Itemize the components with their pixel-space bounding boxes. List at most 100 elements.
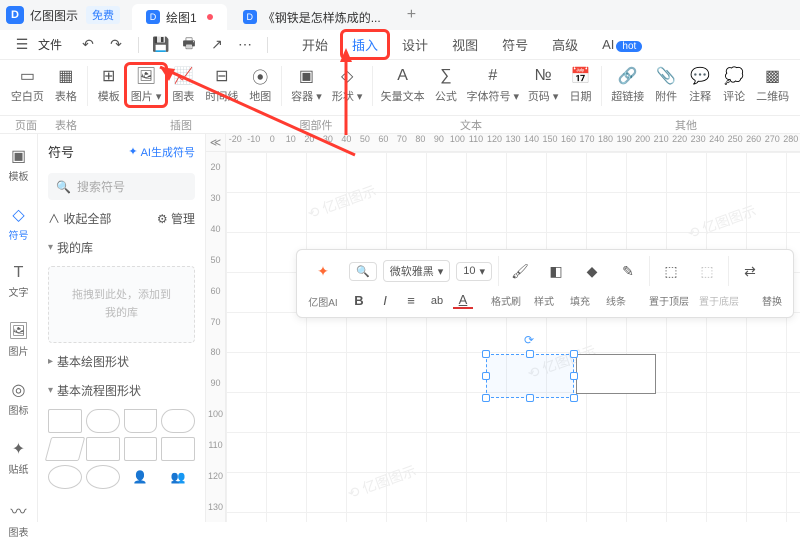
- font-color-button[interactable]: A: [453, 292, 473, 309]
- leftbar-贴纸[interactable]: ✦贴纸: [5, 435, 33, 480]
- ribbon-形状[interactable]: ◇形状 ▾: [327, 64, 368, 106]
- leftbar-图表[interactable]: 〰图表: [5, 494, 33, 543]
- ribbon-时间线[interactable]: ⊟时间线: [200, 64, 243, 106]
- ai-generate-button[interactable]: ✦ AI生成符号: [128, 144, 195, 160]
- line-button[interactable]: ✎: [613, 261, 643, 281]
- resize-handle[interactable]: [526, 350, 534, 358]
- align-button[interactable]: ≡: [401, 293, 421, 308]
- manage-button[interactable]: ⚙ 管理: [157, 210, 195, 227]
- document-tab-1[interactable]: D 绘图1: [132, 4, 227, 30]
- ribbon-公式[interactable]: ∑公式: [429, 64, 463, 106]
- shape-ellipse[interactable]: [48, 465, 82, 489]
- resize-handle[interactable]: [570, 350, 578, 358]
- leftbar-图标[interactable]: ◎图标: [5, 376, 33, 421]
- resize-handle[interactable]: [482, 372, 490, 380]
- leftbar-图片[interactable]: 🖼图片: [4, 317, 32, 362]
- ribbon-空白页[interactable]: ▭空白页: [6, 64, 49, 106]
- ribbon-表格[interactable]: ▦表格: [49, 64, 83, 106]
- send-back-button[interactable]: ⬚: [692, 261, 722, 281]
- shape-roundrect[interactable]: [86, 409, 120, 433]
- ai-button[interactable]: ✦: [303, 261, 343, 281]
- menu-tab-insert[interactable]: 插入: [342, 31, 388, 58]
- italic-button[interactable]: I: [375, 293, 395, 308]
- menu-tab-symbol[interactable]: 符号: [492, 31, 538, 58]
- fill-button[interactable]: ◆: [577, 261, 607, 281]
- search-shape[interactable]: 🔍: [349, 262, 377, 281]
- leftbar-文字[interactable]: T文字: [5, 260, 33, 303]
- file-icon: D: [146, 10, 160, 24]
- menu-tab-view[interactable]: 视图: [442, 31, 488, 58]
- undo-icon[interactable]: ↶: [76, 34, 100, 56]
- ribbon-图片[interactable]: 🖼图片 ▾: [126, 64, 167, 106]
- ribbon-二维码[interactable]: ▩二维码: [751, 64, 794, 106]
- ribbon-模板[interactable]: ⊞模板: [92, 64, 126, 106]
- save-icon[interactable]: 💾: [149, 34, 173, 56]
- collapse-all-button[interactable]: ∧ 收起全部: [48, 210, 111, 227]
- ruler-horizontal: -20-100102030405060708090100110120130140…: [226, 134, 800, 152]
- rectangle-shape[interactable]: [576, 354, 656, 394]
- menu-tab-ai[interactable]: AIhot: [592, 33, 652, 56]
- add-tab-button[interactable]: +: [407, 6, 416, 24]
- my-library-category[interactable]: 我的库: [38, 233, 205, 262]
- 矢量文本-icon: A: [393, 66, 413, 86]
- style-button[interactable]: ◧: [541, 261, 571, 281]
- resize-handle[interactable]: [526, 394, 534, 402]
- shape-stripe2[interactable]: [161, 437, 195, 461]
- ribbon-超链接[interactable]: 🔗超链接: [606, 64, 649, 106]
- menu-icon[interactable]: ☰: [10, 34, 34, 56]
- ribbon-日期[interactable]: 📅日期: [563, 64, 597, 106]
- font-select[interactable]: 微软雅黑 ▾: [383, 260, 451, 282]
- shape-doc[interactable]: [124, 409, 158, 433]
- shape-stripe[interactable]: [124, 437, 158, 461]
- document-tab-2[interactable]: D 《钢铁是怎样炼成的...: [229, 4, 395, 30]
- ruler-corner[interactable]: ≪: [206, 134, 226, 152]
- ribbon-地图[interactable]: ⦿地图: [243, 64, 277, 106]
- export-icon[interactable]: ↗: [205, 34, 229, 56]
- menu-tab-advanced[interactable]: 高级: [542, 31, 588, 58]
- ribbon-图表[interactable]: 📈图表: [166, 64, 200, 106]
- drop-zone[interactable]: 拖拽到此处，添加到 我的库: [48, 266, 195, 343]
- ribbon-容器[interactable]: ▣容器 ▾: [286, 64, 327, 106]
- menu-tab-start[interactable]: 开始: [292, 31, 338, 58]
- shape-rect[interactable]: [48, 409, 82, 433]
- print-icon[interactable]: 🖶: [177, 34, 201, 56]
- insert-ribbon: ▭空白页▦表格 ⊞模板🖼图片 ▾📈图表⊟时间线⦿地图 ▣容器 ▾◇形状 ▾A矢量文本…: [0, 60, 800, 116]
- bring-front-button[interactable]: ⬚: [656, 261, 686, 281]
- ribbon-附件[interactable]: 📎附件: [649, 64, 683, 106]
- leftbar-模板[interactable]: ▣模板: [5, 142, 33, 187]
- ribbon-字体符号[interactable]: #字体符号 ▾: [463, 64, 523, 106]
- shape-palette: 👤 👥: [38, 405, 205, 493]
- bold-button[interactable]: B: [349, 293, 369, 308]
- shape-terminator[interactable]: [161, 409, 195, 433]
- shape-card[interactable]: [86, 437, 120, 461]
- shape-actor2[interactable]: 👥: [161, 465, 195, 489]
- ribbon-矢量文本[interactable]: A矢量文本: [376, 64, 428, 106]
- resize-handle[interactable]: [570, 394, 578, 402]
- ribbon-页码[interactable]: №页码 ▾: [523, 64, 564, 106]
- shape-actor[interactable]: 👤: [124, 465, 158, 489]
- resize-handle[interactable]: [570, 372, 578, 380]
- flowchart-shapes-category[interactable]: 基本流程图形状: [38, 376, 205, 405]
- symbol-search-input[interactable]: 🔍 搜索符号: [48, 173, 195, 200]
- text-size-button[interactable]: ab: [427, 295, 447, 307]
- font-size-select[interactable]: 10 ▾: [456, 262, 492, 281]
- canvas[interactable]: ≪ -20-1001020304050607080901001101201301…: [206, 134, 800, 522]
- rotate-handle[interactable]: ⟳: [524, 333, 534, 347]
- basic-shapes-category[interactable]: 基本绘图形状: [38, 347, 205, 376]
- replace-button[interactable]: ⇄: [735, 261, 765, 281]
- file-menu[interactable]: 文件: [38, 36, 62, 53]
- share-icon[interactable]: ⋯: [233, 34, 257, 56]
- resize-handle[interactable]: [482, 394, 490, 402]
- ribbon-注释[interactable]: 💬注释: [683, 64, 717, 106]
- shape-circle[interactable]: [86, 465, 120, 489]
- group-label: 文本: [356, 116, 586, 133]
- format-brush-button[interactable]: 🖌: [505, 261, 535, 281]
- redo-icon[interactable]: ↷: [104, 34, 128, 56]
- resize-handle[interactable]: [482, 350, 490, 358]
- shape-parallelogram[interactable]: [45, 437, 85, 461]
- panel-title: 符号: [48, 142, 74, 161]
- menu-tab-design[interactable]: 设计: [392, 31, 438, 58]
- ribbon-评论[interactable]: 💭评论: [717, 64, 751, 106]
- selected-shape[interactable]: ⟳: [486, 354, 574, 398]
- leftbar-符号[interactable]: ◇符号: [5, 201, 33, 246]
